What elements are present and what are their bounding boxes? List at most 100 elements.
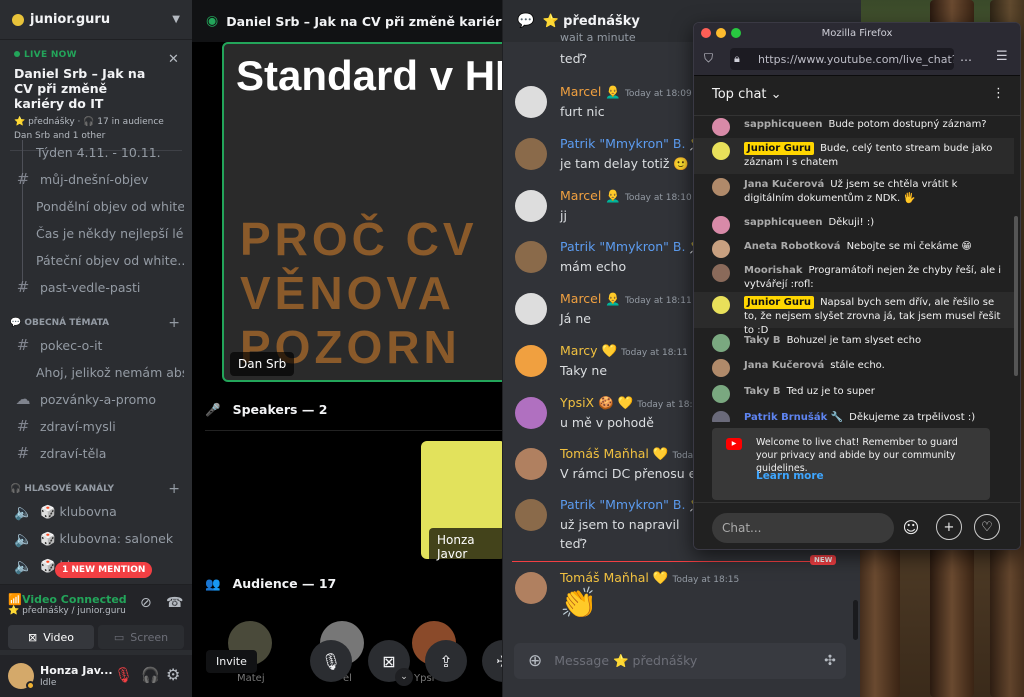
video-button[interactable]: ⊠ Video: [8, 625, 94, 649]
channel-item[interactable]: # past-vedle-pasti: [8, 274, 184, 300]
avatar[interactable]: [712, 118, 730, 136]
minimize-window-icon[interactable]: [716, 28, 726, 38]
author-name[interactable]: Patrik Brnušák 🔧: [744, 412, 843, 422]
menu-icon[interactable]: ☰: [996, 49, 1008, 64]
voice-status[interactable]: Video Connected: [22, 593, 127, 606]
apps-icon[interactable]: ✣: [814, 645, 846, 677]
channel-item[interactable]: Ahoj, jelikož nemám abs...: [8, 359, 184, 385]
noise-suppression-icon[interactable]: ⊘: [140, 595, 152, 611]
author-name[interactable]: Moorishak: [744, 265, 803, 276]
more-vert-icon[interactable]: ⋮: [992, 86, 1005, 101]
author-name[interactable]: Junior Guru: [744, 296, 815, 309]
channel-item[interactable]: # zdraví-těla: [8, 440, 184, 466]
avatar[interactable]: [515, 293, 547, 325]
avatar[interactable]: [712, 240, 730, 258]
share-screen-button[interactable]: ⇪: [425, 640, 467, 682]
learn-more-link[interactable]: Learn more: [756, 470, 824, 482]
more-icon[interactable]: …: [960, 50, 972, 64]
author-name: Marcy: [560, 343, 598, 358]
avatar[interactable]: [712, 385, 730, 403]
voice-location[interactable]: ⭐ přednášky / junior.guru: [8, 606, 126, 616]
voice-channel-item[interactable]: 🔈 🎲 klubovna: [8, 499, 184, 525]
avatar[interactable]: [515, 86, 547, 118]
plus-circle-icon[interactable]: ⊕: [528, 651, 542, 671]
add-icon[interactable]: +: [936, 514, 962, 540]
maximize-window-icon[interactable]: [731, 28, 741, 38]
author-name[interactable]: Taky B: [744, 386, 781, 397]
author-name[interactable]: sapphicqueen: [744, 217, 822, 228]
mute-button[interactable]: 🎙: [310, 640, 352, 682]
author-name[interactable]: Jana Kučerová: [744, 360, 824, 371]
screen-share-button[interactable]: ▭ Screen: [98, 625, 184, 649]
emoji-icon[interactable]: ☺: [898, 514, 924, 540]
mic-muted-icon[interactable]: 🎙: [114, 666, 133, 684]
disconnect-icon[interactable]: ☎: [166, 595, 183, 611]
server-header[interactable]: junior.guru ▼: [0, 0, 192, 40]
author-name[interactable]: sapphicqueen: [744, 119, 822, 130]
message-author[interactable]: Marcel 👨‍🦲 Today at 18:10: [560, 188, 692, 204]
channel-item[interactable]: Týden 4.11. - 10.11.: [8, 139, 184, 165]
channel-item[interactable]: Čas je někdy nejlepší lék: [8, 220, 184, 246]
channel-item[interactable]: Pondělní objev od white...: [8, 193, 184, 219]
avatar[interactable]: [712, 178, 730, 196]
avatar[interactable]: [712, 359, 730, 377]
channel-item[interactable]: ☁ pozvánky-a-promo: [8, 386, 184, 412]
channel-item[interactable]: # můj-dnešní-objev: [8, 166, 184, 192]
live-stage-card[interactable]: LIVE NOW Daniel Srb – Jak na CV při změn…: [0, 40, 192, 148]
category-hlasove[interactable]: 🎧 HLASOVÉ KANÁLY +: [10, 481, 180, 497]
speaker-tile[interactable]: Honza Javor: [421, 441, 506, 566]
youtube-live-chat: Top chat ⌄ ⋮ sapphicqueen Bude potom dost…: [694, 76, 1020, 549]
avatar[interactable]: [712, 411, 730, 422]
chevron-down-icon[interactable]: ⌄: [395, 668, 413, 686]
user-name[interactable]: Honza Jav...: [40, 664, 113, 677]
avatar[interactable]: [515, 190, 547, 222]
avatar[interactable]: [712, 216, 730, 234]
channel-item[interactable]: # zdraví-mysli: [8, 413, 184, 439]
author-name[interactable]: Aneta Robotková: [744, 241, 841, 252]
avatar[interactable]: [515, 345, 547, 377]
author-name[interactable]: Jana Kučerová: [744, 179, 824, 190]
close-window-icon[interactable]: [701, 28, 711, 38]
avatar[interactable]: [515, 397, 547, 429]
gear-icon[interactable]: ⚙: [166, 665, 180, 684]
message-input[interactable]: ⊕ Message ⭐ přednášky ☺: [514, 643, 846, 679]
heart-icon[interactable]: ♡: [974, 514, 1000, 540]
message-author[interactable]: YpsiX 🍪 💛 Today at 18:11: [560, 395, 704, 411]
channel-item[interactable]: Páteční objev od white...: [8, 247, 184, 273]
new-mention-badge[interactable]: 1 NEW MENTION: [55, 562, 153, 578]
avatar[interactable]: [515, 138, 547, 170]
author-name: YpsiX: [560, 395, 595, 410]
close-icon[interactable]: ✕: [168, 52, 179, 67]
url-bar[interactable]: 🔒︎ https://www.youtube.com/live_chat?i: [730, 48, 954, 70]
message-author[interactable]: Marcel 👨‍🦲 Today at 18:09: [560, 84, 692, 100]
category-obecna[interactable]: 💬 OBECNÁ TÉMATA +: [10, 315, 180, 331]
channel-item[interactable]: # pokec-o-it: [8, 332, 184, 358]
avatar[interactable]: [515, 499, 547, 531]
author-name[interactable]: Taky B: [744, 335, 781, 346]
chat-input[interactable]: Chat...: [712, 513, 894, 543]
headphones-icon[interactable]: 🎧: [141, 666, 160, 684]
avatar[interactable]: [712, 296, 730, 314]
avatar[interactable]: [712, 264, 730, 282]
invite-button[interactable]: Invite: [206, 650, 257, 673]
chat-mode-dropdown[interactable]: Top chat ⌄: [712, 87, 782, 102]
voice-channel-item[interactable]: 🔈 🎲 klubovna: salonek: [8, 526, 184, 552]
author-name[interactable]: Junior Guru: [744, 142, 815, 155]
avatar[interactable]: [515, 448, 547, 480]
avatar[interactable]: [712, 142, 730, 160]
shield-icon[interactable]: ⛉: [704, 51, 713, 66]
avatar[interactable]: [515, 241, 547, 273]
message-author[interactable]: Tomáš Maňhal 💛 Today at 18:15: [560, 570, 739, 586]
plus-icon[interactable]: +: [168, 315, 180, 331]
avatar[interactable]: [515, 572, 547, 604]
author-badge: 💛: [652, 570, 669, 585]
scrollbar[interactable]: [1014, 216, 1018, 376]
message-author[interactable]: Marcel 👨‍🦲 Today at 18:11: [560, 291, 692, 307]
avatar[interactable]: [712, 334, 730, 352]
screen-share-tile[interactable]: Standard v HR PROČ CV VĚNOVA POZORN Dan …: [222, 42, 512, 382]
message-author[interactable]: Marcy 💛 Today at 18:11: [560, 343, 688, 359]
message-author[interactable]: Patrik "Mmykron" B.🪄: [560, 497, 709, 513]
plus-icon[interactable]: +: [168, 481, 180, 497]
scrollbar[interactable]: [853, 600, 858, 640]
window-titlebar[interactable]: Mozilla Firefox: [694, 23, 1020, 43]
